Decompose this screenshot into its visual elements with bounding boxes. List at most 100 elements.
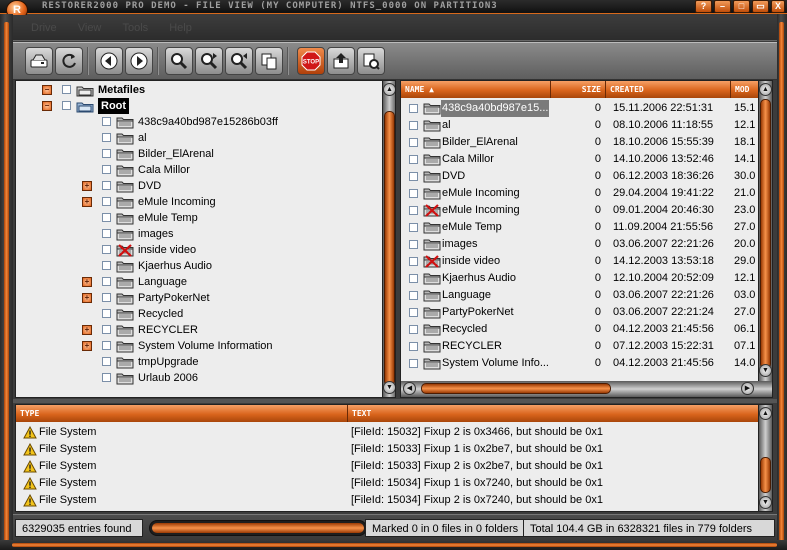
tree-item[interactable]: + DVD: [16, 178, 376, 194]
tree-item-checkbox[interactable]: [102, 133, 111, 142]
file-row[interactable]: images 0 03.06.2007 22:21:26 20.0: [401, 236, 761, 253]
tree-item[interactable]: − Metafiles: [16, 82, 376, 98]
refresh-button[interactable]: [55, 47, 83, 75]
file-row-checkbox[interactable]: [409, 325, 418, 334]
file-row-checkbox[interactable]: [409, 138, 418, 147]
scroll-left-arrow-icon[interactable]: ◀: [403, 382, 416, 395]
tree-item-checkbox[interactable]: [102, 309, 111, 318]
tree-item-checkbox[interactable]: [102, 117, 111, 126]
file-row[interactable]: eMule Incoming 0 09.01.2004 20:46:30 23.0: [401, 202, 761, 219]
file-row[interactable]: System Volume Info... 0 04.12.2003 21:45:5…: [401, 355, 761, 372]
files-horizontal-scrollbar[interactable]: ◀ ▶: [401, 381, 772, 397]
tree-item[interactable]: al: [16, 130, 376, 146]
file-row[interactable]: Cala Millor 0 14.10.2006 13:52:46 14.1: [401, 151, 761, 168]
log-row[interactable]: File System [FileId: 15034] Fixup 1 is 0x…: [16, 475, 760, 492]
tree-item[interactable]: 438c9a40bd987e15286b03ff: [16, 114, 376, 130]
scroll-down-arrow-icon[interactable]: ▼: [759, 496, 772, 509]
file-row-checkbox[interactable]: [409, 274, 418, 283]
tree-item-checkbox[interactable]: [102, 245, 111, 254]
log-row[interactable]: File System [FileId: 15034] Fixup 2 is 0x…: [16, 492, 760, 509]
scroll-up-arrow-icon[interactable]: ▲: [759, 407, 772, 420]
export-button[interactable]: [327, 47, 355, 75]
tree-item[interactable]: + eMule Incoming: [16, 194, 376, 210]
file-row-checkbox[interactable]: [409, 121, 418, 130]
back-button[interactable]: [95, 47, 123, 75]
scroll-right-arrow-icon[interactable]: ▶: [741, 382, 754, 395]
tree-item-checkbox[interactable]: [102, 277, 111, 286]
file-row-checkbox[interactable]: [409, 257, 418, 266]
column-header-text[interactable]: TEXT: [348, 405, 760, 422]
file-row-checkbox[interactable]: [409, 172, 418, 181]
expand-icon[interactable]: +: [82, 197, 92, 207]
file-row[interactable]: inside video 0 14.12.2003 13:53:18 29.0: [401, 253, 761, 270]
tree-item[interactable]: Bilder_ElArenal: [16, 146, 376, 162]
file-row-checkbox[interactable]: [409, 189, 418, 198]
tree-item[interactable]: Cala Millor: [16, 162, 376, 178]
file-row-checkbox[interactable]: [409, 291, 418, 300]
expand-icon[interactable]: +: [82, 277, 92, 287]
tree-item-checkbox[interactable]: [102, 197, 111, 206]
tree-item-checkbox[interactable]: [102, 325, 111, 334]
collapse-icon[interactable]: −: [42, 101, 52, 111]
collapse-icon[interactable]: −: [42, 85, 52, 95]
menu-help[interactable]: Help: [169, 22, 192, 34]
file-row[interactable]: DVD 0 06.12.2003 18:36:26 30.0: [401, 168, 761, 185]
tree-item[interactable]: + RECYCLER: [16, 322, 376, 338]
column-header-size[interactable]: SIZE: [551, 81, 606, 98]
scroll-up-arrow-icon[interactable]: ▲: [383, 83, 395, 96]
column-header-modified[interactable]: MOD: [731, 81, 761, 98]
tree-item-checkbox[interactable]: [102, 229, 111, 238]
file-row-checkbox[interactable]: [409, 308, 418, 317]
file-row[interactable]: PartyPokerNet 0 03.06.2007 22:21:24 27.0: [401, 304, 761, 321]
tree-item-checkbox[interactable]: [102, 293, 111, 302]
maximize-button[interactable]: □: [733, 0, 750, 13]
file-row[interactable]: eMule Temp 0 11.09.2004 21:55:56 27.0: [401, 219, 761, 236]
tree-item-checkbox[interactable]: [102, 181, 111, 190]
file-row[interactable]: 438c9a40bd987e15... 0 15.11.2006 22:51:31 1…: [401, 100, 761, 117]
tree-item-checkbox[interactable]: [102, 165, 111, 174]
menu-view[interactable]: View: [78, 22, 102, 34]
minimize-button[interactable]: –: [714, 0, 731, 13]
scroll-down-arrow-icon[interactable]: ▼: [383, 381, 395, 394]
column-header-created[interactable]: CREATED: [606, 81, 731, 98]
tree-vertical-scrollbar[interactable]: ▲ ▼: [382, 81, 395, 397]
tree-item[interactable]: Kjaerhus Audio: [16, 258, 376, 274]
file-row-checkbox[interactable]: [409, 223, 418, 232]
help-button[interactable]: ?: [695, 0, 712, 13]
log-row[interactable]: File System [FileId: 15033] Fixup 2 is 0x…: [16, 458, 760, 475]
tree-item[interactable]: − Root: [16, 98, 376, 114]
file-row[interactable]: RECYCLER 0 07.12.2003 15:22:31 07.1: [401, 338, 761, 355]
scrollbar-thumb[interactable]: [760, 99, 771, 369]
file-row[interactable]: Bilder_ElArenal 0 18.10.2006 15:55:39 18.1: [401, 134, 761, 151]
tree-item[interactable]: inside video: [16, 242, 376, 258]
files-vertical-scrollbar[interactable]: ▲ ▼: [758, 81, 772, 381]
column-header-name[interactable]: NAME ▲: [401, 81, 551, 98]
log-vertical-scrollbar[interactable]: ▲ ▼: [758, 405, 772, 511]
tree-item-checkbox[interactable]: [62, 85, 71, 94]
tree-item-checkbox[interactable]: [102, 213, 111, 222]
tree-item[interactable]: tmpUpgrade: [16, 354, 376, 370]
log-row[interactable]: File System [FileId: 15033] Fixup 1 is 0x…: [16, 441, 760, 458]
search-next-button[interactable]: [195, 47, 223, 75]
scrollbar-thumb[interactable]: [760, 457, 771, 493]
scrollbar-thumb[interactable]: [421, 383, 611, 394]
close-button[interactable]: X: [771, 0, 785, 13]
restore-button[interactable]: ▭: [752, 0, 769, 13]
file-row-checkbox[interactable]: [409, 342, 418, 351]
search-button[interactable]: [165, 47, 193, 75]
expand-icon[interactable]: +: [82, 341, 92, 351]
file-row-checkbox[interactable]: [409, 359, 418, 368]
scrollbar-thumb[interactable]: [384, 111, 395, 386]
expand-icon[interactable]: +: [82, 181, 92, 191]
drive-button[interactable]: [25, 47, 53, 75]
tree-item[interactable]: + Language: [16, 274, 376, 290]
file-row-checkbox[interactable]: [409, 104, 418, 113]
tree-item[interactable]: Recycled: [16, 306, 376, 322]
expand-icon[interactable]: +: [82, 293, 92, 303]
tree-item[interactable]: eMule Temp: [16, 210, 376, 226]
column-header-type[interactable]: TYPE: [16, 405, 348, 422]
tree-item-checkbox[interactable]: [62, 101, 71, 110]
file-row[interactable]: Recycled 0 04.12.2003 21:45:56 06.1: [401, 321, 761, 338]
tree-item-checkbox[interactable]: [102, 341, 111, 350]
menu-drive[interactable]: Drive: [31, 22, 57, 34]
